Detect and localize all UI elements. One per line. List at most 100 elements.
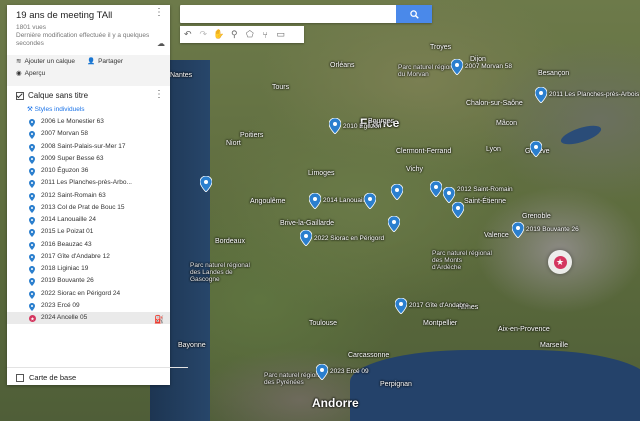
list-item[interactable]: 2008 Saint-Palais-sur-Mer 17	[7, 141, 170, 153]
map-pin[interactable]	[329, 118, 341, 134]
base-map-checkbox[interactable]	[16, 374, 24, 383]
list-item-label: 2006 Le Monestier 63	[41, 118, 104, 125]
list-item[interactable]: 2022 Siorac en Périgord 24	[7, 288, 170, 300]
pin-label: 2011 Les Planches-près-Arbois	[549, 91, 640, 98]
list-item-label: 2017 Gîte d'Andabre 12	[41, 252, 110, 260]
base-map-row[interactable]: Carte de base	[7, 367, 188, 387]
pin-label: 2012 Saint-Romain	[457, 186, 513, 193]
undo-icon[interactable]: ↶	[180, 26, 196, 43]
list-item-label: 2013 Col de Prat de Bouc 15	[41, 203, 125, 211]
place-label: Clermont-Ferrand	[396, 148, 452, 155]
map-toolbar: ↶ ↷ ✋ ⚲ ⬠ ⑂ ▭	[180, 26, 304, 43]
list-item-label: 2023 Ercé 09	[41, 301, 80, 309]
share-label: Partager	[98, 57, 124, 65]
individual-styles-link[interactable]: ⚒ Styles individuels	[7, 103, 170, 116]
map-pin[interactable]	[452, 202, 464, 218]
map-pin[interactable]	[309, 193, 321, 209]
map-pin[interactable]	[388, 216, 400, 232]
list-item[interactable]: 2009 Super Besse 63	[7, 153, 170, 165]
style-paint-icon[interactable]: ⛽	[154, 314, 164, 326]
list-item-label: 2024 Ancelle 05	[41, 314, 88, 321]
base-map-label: Carte de base	[29, 373, 77, 382]
view-count: 1801 vues	[16, 24, 46, 31]
add-layer-button[interactable]: ≋ Ajouter un calque	[16, 57, 76, 66]
selected-star-pin[interactable]: ★	[548, 250, 572, 274]
layer-checkbox[interactable]	[16, 91, 24, 100]
pin-label: 2017 Gîte d'Andabre	[409, 302, 469, 309]
place-label: Bordeaux	[215, 238, 245, 245]
place-label: Orléans	[330, 62, 355, 69]
list-item[interactable]: 2013 Col de Prat de Bouc 15	[7, 202, 170, 214]
map-legend-panel: 19 ans de meeting TAll 1801 vues Dernièr…	[7, 5, 188, 385]
map-pin[interactable]	[430, 181, 442, 197]
shape-icon[interactable]: ⬠	[242, 26, 258, 43]
pin-label: 2022 Siorac en Périgord	[314, 235, 385, 242]
ruler-icon[interactable]: ▭	[273, 26, 289, 43]
eye-icon: ◉	[16, 70, 22, 77]
place-label: Marseille	[540, 342, 569, 349]
map-pin[interactable]	[530, 141, 542, 157]
list-item[interactable]: 2012 Saint-Romain 63	[7, 190, 170, 202]
map-pin[interactable]	[200, 176, 212, 192]
list-item[interactable]: 2010 Éguzon 36	[7, 165, 170, 177]
pin-label: 2010 Éguzon	[343, 123, 382, 130]
place-label: Tours	[272, 84, 290, 91]
place-label: Chalon-sur-Saône	[466, 100, 523, 107]
list-item[interactable]: 2007 Morvan 58	[7, 128, 170, 140]
list-item-label: 2008 Saint-Palais-sur-Mer 17	[41, 142, 126, 150]
map-pin[interactable]	[391, 184, 403, 200]
add-layer-label: Ajouter un calque	[24, 57, 76, 65]
individual-styles-label: Styles individuels	[34, 106, 85, 113]
place-label: Angoulême	[250, 198, 286, 205]
place-label: Lyon	[486, 146, 501, 153]
list-item[interactable]: 2016 Beauzac 43	[7, 239, 170, 251]
list-item[interactable]: 2015 Le Poizat 01	[7, 226, 170, 238]
list-item[interactable]: ★ 2024 Ancelle 05 ⛽	[7, 312, 170, 327]
layer-header: Calque sans titre ⋮	[7, 86, 170, 103]
list-item-label: 2012 Saint-Romain 63	[41, 191, 106, 199]
list-item-label: 2014 Lanouaille 24	[41, 216, 96, 223]
search-box[interactable]	[180, 5, 432, 23]
layer-options-icon[interactable]: ⋮	[154, 89, 164, 100]
map-title[interactable]: 19 ans de meeting TAll	[16, 10, 162, 21]
pin-label: 2023 Ercé 09	[330, 368, 369, 375]
map-pin[interactable]	[443, 187, 455, 203]
map-pin[interactable]	[316, 364, 328, 380]
list-item[interactable]: 2017 Gîte d'Andabre 12	[7, 251, 170, 263]
place-label: Carcassonne	[348, 352, 390, 359]
redo-icon[interactable]: ↷	[196, 26, 212, 43]
place-label: Saint-Étienne	[464, 198, 507, 205]
list-item[interactable]: 2006 Le Monestier 63	[7, 116, 170, 128]
map-pin[interactable]	[300, 230, 312, 246]
preview-button[interactable]: ◉ Aperçu	[16, 69, 45, 78]
map-pin[interactable]	[451, 59, 463, 75]
marker-icon[interactable]: ⚲	[227, 26, 243, 43]
layers-icon: ≋	[16, 58, 22, 65]
place-label: Limoges	[308, 170, 335, 177]
search-button[interactable]	[396, 5, 432, 23]
route-icon[interactable]: ⑂	[258, 26, 274, 43]
list-item-label: 2016 Beauzac 43	[41, 240, 92, 248]
place-label: Toulouse	[309, 320, 338, 327]
list-item[interactable]: 2023 Ercé 09	[7, 300, 170, 312]
map-pin[interactable]	[395, 298, 407, 314]
star-marker-icon: ★	[29, 315, 36, 327]
map-pin[interactable]	[364, 193, 376, 209]
list-item[interactable]: 2018 Liginiac 19	[7, 263, 170, 275]
place-label: Niort	[226, 140, 241, 147]
more-options-icon[interactable]: ⋮	[154, 8, 164, 18]
place-label: Dijon	[470, 56, 486, 63]
map-pin[interactable]	[512, 222, 524, 238]
list-item[interactable]: 2014 Lanouaille 24	[7, 214, 170, 226]
list-item[interactable]: 2019 Bouvante 26	[7, 275, 170, 287]
region-label: Parc naturel régional du Morvan	[398, 64, 458, 78]
list-item[interactable]: 2011 Les Planches-près-Arbo...	[7, 177, 170, 189]
layer-name[interactable]: Calque sans titre	[28, 91, 88, 100]
place-label: Grenoble	[522, 213, 551, 220]
map-pin[interactable]	[535, 87, 547, 103]
hand-icon[interactable]: ✋	[211, 26, 227, 43]
list-item-label: 2022 Siorac en Périgord 24	[41, 289, 121, 297]
feature-list: 2006 Le Monestier 63 2007 Morvan 58 2008 S…	[7, 116, 170, 327]
place-label: Perpignan	[380, 381, 412, 388]
share-button[interactable]: 👤 Partager	[87, 57, 124, 66]
